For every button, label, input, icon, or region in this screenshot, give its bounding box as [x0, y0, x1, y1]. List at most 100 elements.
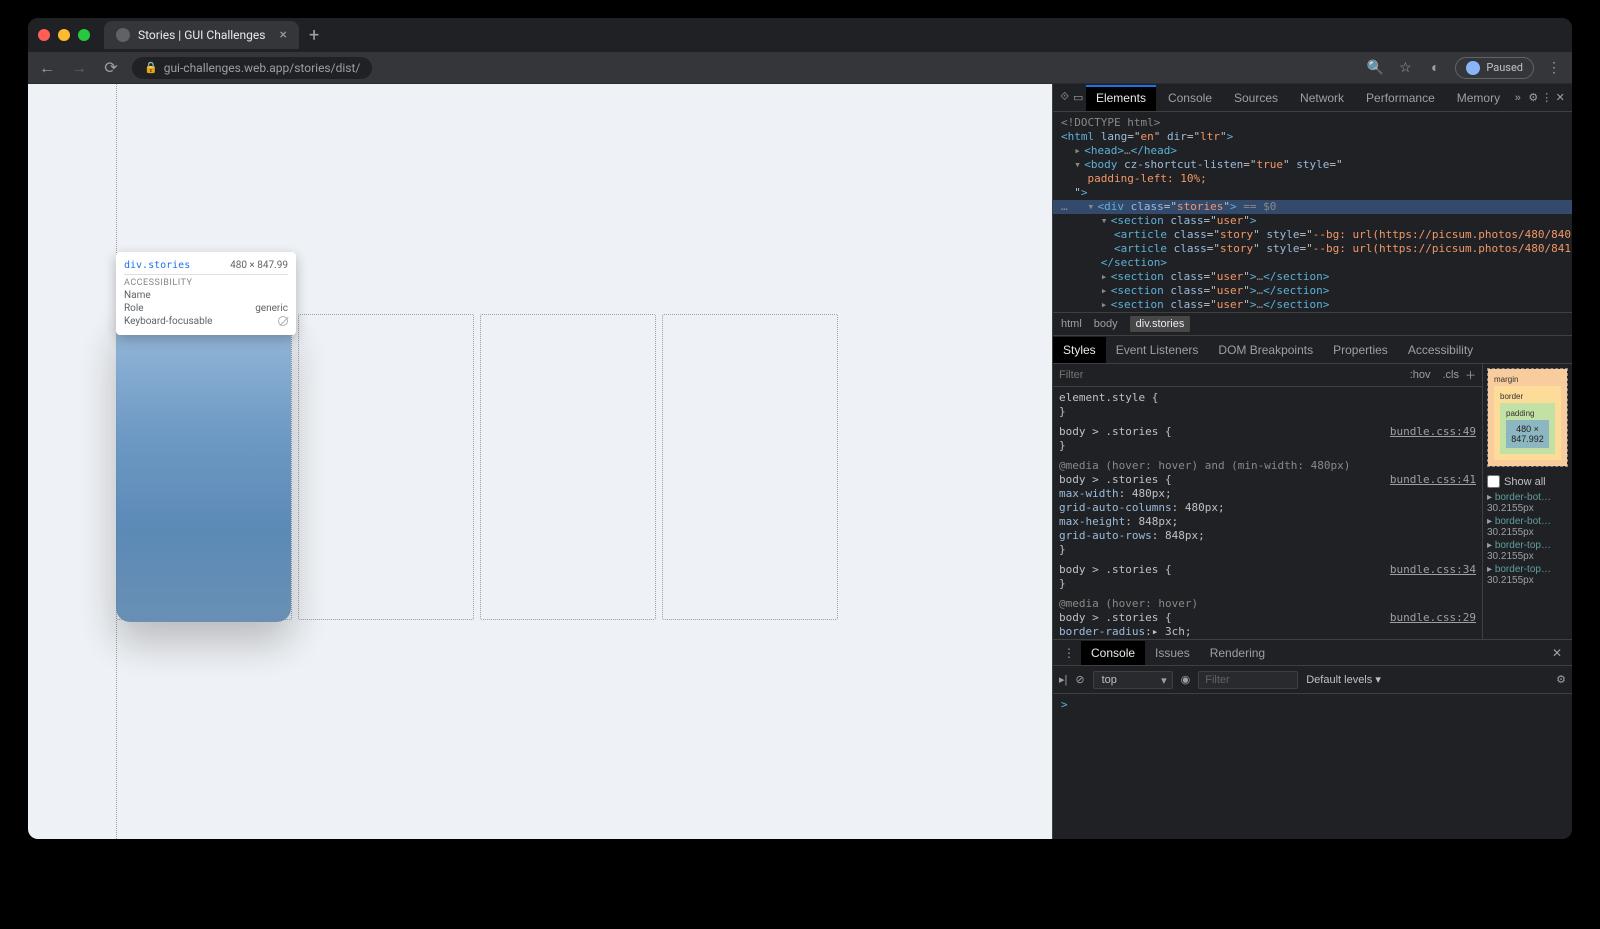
url-field[interactable]: 🔒 gui-challenges.web.app/stories/dist/ — [132, 57, 372, 79]
tab-accessibility[interactable]: Accessibility — [1398, 337, 1483, 363]
reload-button[interactable]: ⟳ — [100, 58, 122, 77]
console-filter-input[interactable]: Filter — [1198, 671, 1298, 689]
css-prop[interactable]: border-radius — [1059, 625, 1145, 638]
computed-properties[interactable]: ▸ border-bot…30.2155px ▸ border-bot…30.2… — [1487, 492, 1568, 586]
settings-icon[interactable]: ⚙ — [1528, 91, 1539, 104]
elements-tree[interactable]: <!DOCTYPE html> <html lang="en" dir="ltr… — [1053, 112, 1572, 312]
box-model[interactable]: margin border padding 480 × 847.992 — [1487, 368, 1568, 467]
devtools-menu-icon[interactable]: ⋮ — [1541, 91, 1552, 104]
css-val[interactable]: 480px; — [1132, 487, 1172, 500]
console-settings-icon[interactable]: ⚙ — [1556, 673, 1566, 686]
brace: } — [1059, 543, 1476, 557]
maximize-window-button[interactable] — [78, 29, 90, 41]
cls-toggle[interactable]: .cls — [1443, 369, 1460, 381]
console-body[interactable]: > — [1053, 694, 1572, 839]
clear-console-icon[interactable]: ⊘ — [1075, 673, 1084, 686]
tooltip-kf-label: Keyboard-focusable — [124, 316, 212, 327]
live-expression-icon[interactable]: ◉ — [1181, 673, 1191, 686]
tooltip-section-label: ACCESSIBILITY — [124, 278, 288, 288]
tree-doctype: <!DOCTYPE html> — [1061, 116, 1160, 129]
crumb-html[interactable]: html — [1061, 318, 1082, 330]
close-tab-icon[interactable]: × — [279, 27, 286, 43]
execution-context-select[interactable]: top — [1093, 671, 1173, 689]
styles-filter-row: :hov .cls ＋ — [1053, 364, 1482, 387]
address-bar: ← → ⟳ 🔒 gui-challenges.web.app/stories/d… — [28, 52, 1572, 84]
new-tab-button[interactable]: + — [309, 25, 319, 46]
css-val[interactable]: 480px; — [1185, 501, 1225, 514]
inspect-element-icon[interactable]: ⟐ — [1059, 91, 1070, 104]
console-drawer: ⋮ Console Issues Rendering ✕ ▸| ⊘ top ◉ … — [1053, 639, 1572, 839]
rule-selector: body > .stories { — [1059, 611, 1172, 624]
devtools-panel: ⟐ ▭ Elements Console Sources Network Per… — [1052, 84, 1572, 839]
css-prop[interactable]: max-width — [1059, 487, 1119, 500]
drawer-tab-console[interactable]: Console — [1081, 641, 1145, 665]
drawer-menu-icon[interactable]: ⋮ — [1057, 646, 1081, 660]
drawer-tab-issues[interactable]: Issues — [1145, 641, 1200, 665]
browser-tab[interactable]: Stories | GUI Challenges × — [104, 21, 299, 49]
styles-rules[interactable]: element.style { } bundle.css:49body > .s… — [1053, 387, 1482, 639]
css-prop[interactable]: max-height — [1059, 515, 1125, 528]
rule-selector: body > .stories { — [1059, 563, 1172, 576]
story-slot — [298, 314, 474, 620]
device-toolbar-icon[interactable]: ▭ — [1072, 91, 1083, 104]
profile-paused-button[interactable]: Paused — [1455, 57, 1534, 79]
rule-source-link[interactable]: bundle.css:29 — [1390, 611, 1476, 625]
rule-source-link[interactable]: bundle.css:34 — [1390, 563, 1476, 577]
more-tabs-icon[interactable]: » — [1512, 92, 1523, 104]
console-sidebar-toggle-icon[interactable]: ▸| — [1059, 673, 1067, 686]
console-prompt: > — [1061, 698, 1068, 711]
rule-selector: body > .stories { — [1059, 425, 1172, 438]
css-val[interactable]: 848px; — [1165, 529, 1205, 542]
show-all-input[interactable] — [1487, 475, 1500, 488]
tab-network[interactable]: Network — [1290, 85, 1354, 111]
styles-filter-input[interactable] — [1059, 369, 1404, 381]
css-val[interactable]: 848px; — [1138, 515, 1178, 528]
browser-window: Stories | GUI Challenges × + ← → ⟳ 🔒 gui… — [28, 18, 1572, 839]
tab-sources[interactable]: Sources — [1224, 85, 1288, 111]
forward-button[interactable]: → — [68, 58, 90, 78]
close-drawer-icon[interactable]: ✕ — [1546, 646, 1568, 660]
search-icon[interactable]: 🔍 — [1365, 60, 1385, 76]
media-query: @media (hover: hover) and (min-width: 48… — [1059, 459, 1476, 473]
css-prop[interactable]: grid-auto-columns — [1059, 501, 1172, 514]
story-slot — [480, 314, 656, 620]
tab-properties[interactable]: Properties — [1323, 337, 1398, 363]
tooltip-name-label: Name — [124, 290, 151, 301]
tab-elements[interactable]: Elements — [1086, 85, 1156, 111]
close-devtools-icon[interactable]: ✕ — [1555, 91, 1566, 104]
tab-console[interactable]: Console — [1158, 85, 1222, 111]
tab-dom-breakpoints[interactable]: DOM Breakpoints — [1208, 337, 1323, 363]
lock-icon: 🔒 — [144, 61, 158, 74]
hov-toggle[interactable]: :hov — [1410, 369, 1431, 381]
computed-val: 30.2155px — [1487, 503, 1568, 514]
bookmark-icon[interactable]: ☆ — [1395, 60, 1415, 76]
url-text: gui-challenges.web.app/stories/dist/ — [164, 61, 361, 75]
minimize-window-button[interactable] — [58, 29, 70, 41]
new-rule-icon[interactable]: ＋ — [1465, 367, 1476, 383]
tab-performance[interactable]: Performance — [1356, 85, 1445, 111]
page-viewport[interactable]: div.stories480 × 847.99 ACCESSIBILITY Na… — [28, 84, 1052, 839]
tab-styles[interactable]: Styles — [1053, 337, 1106, 363]
tab-event-listeners[interactable]: Event Listeners — [1106, 337, 1209, 363]
rule-source-link[interactable]: bundle.css:49 — [1390, 425, 1476, 439]
rule-source-link[interactable]: bundle.css:41 — [1390, 473, 1476, 487]
back-button[interactable]: ← — [36, 58, 58, 78]
show-all-checkbox[interactable]: Show all — [1487, 475, 1568, 488]
browser-menu-icon[interactable]: ⋮ — [1544, 60, 1564, 76]
crumb-stories[interactable]: div.stories — [1130, 316, 1191, 332]
keyboard-focusable-icon — [278, 316, 288, 326]
extension-icon[interactable]: ◐ — [1425, 59, 1445, 76]
css-val[interactable]: 3ch; — [1165, 625, 1192, 638]
story-card[interactable] — [116, 316, 291, 622]
computed-val: 30.2155px — [1487, 551, 1568, 562]
tab-memory[interactable]: Memory — [1447, 85, 1510, 111]
close-window-button[interactable] — [38, 29, 50, 41]
story-slot — [662, 314, 838, 620]
log-levels-select[interactable]: Default levels ▾ — [1306, 673, 1381, 686]
css-prop[interactable]: grid-auto-rows — [1059, 529, 1152, 542]
crumb-body[interactable]: body — [1094, 318, 1118, 330]
titlebar: Stories | GUI Challenges × + — [28, 18, 1572, 52]
drawer-tabbar: ⋮ Console Issues Rendering ✕ — [1053, 640, 1572, 666]
drawer-tab-rendering[interactable]: Rendering — [1200, 641, 1275, 665]
computed-val: 30.2155px — [1487, 575, 1568, 586]
